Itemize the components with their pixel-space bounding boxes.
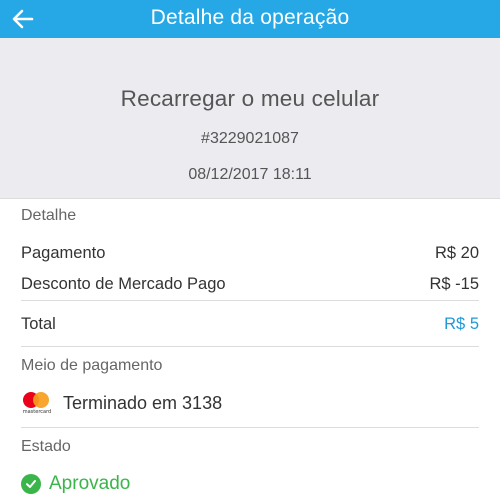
status-row: Aprovado <box>21 470 130 498</box>
total-label: Total <box>21 314 56 333</box>
payment-method-row: mastercard Terminado em 3138 <box>21 388 222 418</box>
status-section-label: Estado <box>21 438 71 455</box>
detail-row-name: Desconto de Mercado Pago <box>21 274 226 293</box>
operation-date: 08/12/2017 18:11 <box>188 166 312 183</box>
payment-section-label: Meio de pagamento <box>21 357 163 374</box>
top-app-bar: Detalhe da operação <box>0 0 500 38</box>
operation-id: #3229021087 <box>201 130 299 147</box>
detail-row-pagamento: Pagamento R$ 20 <box>21 242 479 264</box>
total-value: R$ 5 <box>444 314 479 333</box>
divider <box>21 346 479 347</box>
mastercard-icon: mastercard <box>21 390 53 416</box>
operation-title: Recarregar o meu celular <box>120 86 380 111</box>
detail-row-name: Pagamento <box>21 243 106 262</box>
check-circle-icon <box>21 474 41 494</box>
status-value: Aprovado <box>49 473 131 494</box>
detail-section-label: Detalhe <box>21 207 77 224</box>
card-ending-text: Terminado em 3138 <box>63 392 223 413</box>
page-title: Detalhe da operação <box>150 6 350 29</box>
divider <box>21 300 479 301</box>
mastercard-logo-text: mastercard <box>22 409 52 415</box>
total-row: Total R$ 5 <box>21 313 479 335</box>
operation-summary: Recarregar o meu celular #3229021087 08/… <box>0 38 500 198</box>
detail-row-value: R$ -15 <box>429 274 479 293</box>
divider <box>21 427 479 428</box>
detail-row-desconto: Desconto de Mercado Pago R$ -15 <box>21 273 479 295</box>
detail-row-value: R$ 20 <box>434 243 479 262</box>
divider <box>0 198 500 199</box>
